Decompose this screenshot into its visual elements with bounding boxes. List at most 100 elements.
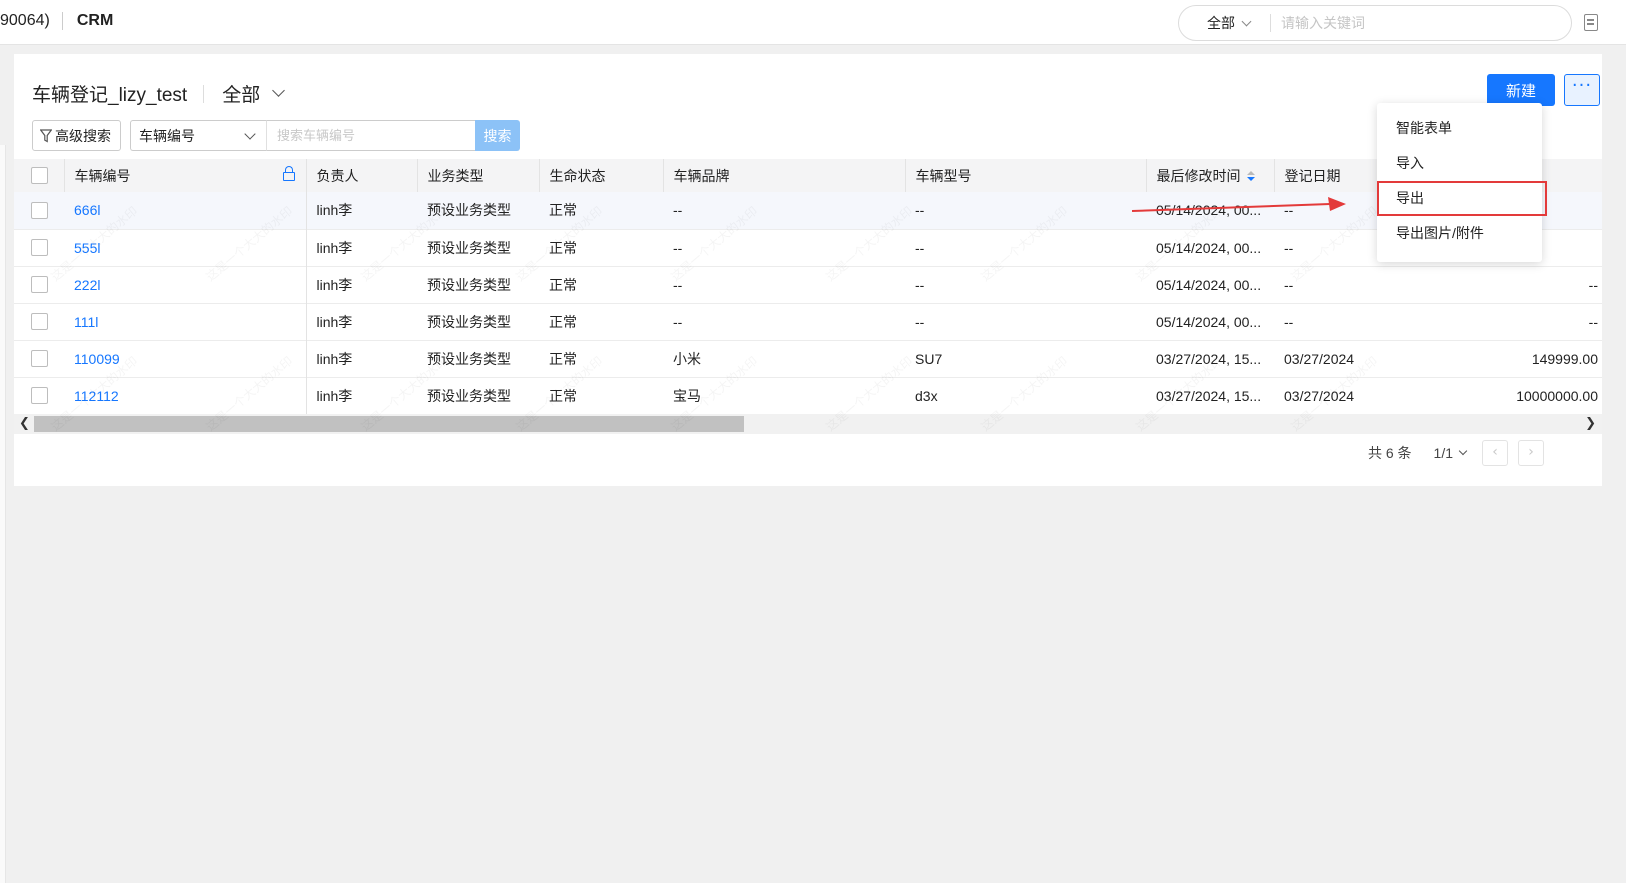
- record-link[interactable]: 222l: [64, 266, 307, 303]
- owner-cell: linh李: [316, 350, 353, 367]
- column-header[interactable]: 车辆品牌: [662, 159, 905, 192]
- record-link[interactable]: 111l: [64, 303, 307, 340]
- row-select-cell: [14, 266, 64, 303]
- select-all-cell: [14, 159, 64, 192]
- search-field-label: 车辆编号: [139, 127, 195, 144]
- biz-type-cell: 预设业务类型: [427, 276, 511, 293]
- select-all-checkbox[interactable]: [31, 167, 48, 184]
- owner-cell: linh李: [316, 313, 353, 330]
- row-checkbox[interactable]: [31, 387, 48, 404]
- scrollbar-thumb[interactable]: [34, 416, 744, 432]
- object-name: 车辆登记_lizy_test: [32, 85, 188, 106]
- row-select-cell: [14, 192, 64, 229]
- menu-item-export-images[interactable]: 导出图片/附件: [1377, 216, 1542, 251]
- row-checkbox[interactable]: [31, 313, 48, 330]
- scroll-right-icon[interactable]: ❯: [1585, 417, 1596, 431]
- column-label: 车辆编号: [74, 167, 131, 184]
- table-row[interactable]: 112112 linh李 预设业务类型 正常 宝马 d3x 03/27/2024…: [14, 377, 1602, 414]
- page-select[interactable]: 1/1: [1434, 445, 1468, 461]
- annotation-arrow-icon: [1132, 197, 1346, 212]
- row-select-cell: [14, 229, 64, 266]
- column-header[interactable]: 车辆编号: [63, 159, 306, 192]
- modified-cell: 03/27/2024, 15...: [1156, 350, 1262, 367]
- more-menu: 智能表单 导入 导出 导出图片/附件: [1377, 103, 1547, 262]
- record-link[interactable]: 666l: [64, 192, 307, 229]
- prev-page-button[interactable]: ‹: [1482, 440, 1508, 466]
- row-select-cell: [14, 377, 64, 414]
- breadcrumb-divider: [61, 12, 63, 30]
- search-field-select[interactable]: 车辆编号: [130, 120, 266, 151]
- reg-date-cell: 03/27/2024: [1284, 350, 1355, 367]
- chevron-down-icon[interactable]: [272, 84, 286, 97]
- owner-cell: linh李: [316, 387, 353, 404]
- row-checkbox[interactable]: [31, 350, 48, 367]
- global-search-input[interactable]: [1281, 15, 1531, 31]
- modified-cell: 05/14/2024, 00...: [1156, 313, 1262, 330]
- row-checkbox[interactable]: [31, 276, 48, 293]
- status-cell: 正常: [549, 202, 577, 219]
- table-row[interactable]: 666l linh李 预设业务类型 正常 -- -- 05/14/2024, 0…: [14, 192, 1602, 229]
- column-header[interactable]: 业务类型: [416, 159, 539, 192]
- menu-item-export[interactable]: 导出: [1377, 181, 1547, 216]
- scope-filter[interactable]: 全部: [222, 80, 260, 107]
- horizontal-scrollbar[interactable]: ❮ ❯: [14, 414, 1602, 434]
- advanced-search-button[interactable]: 高级搜索: [32, 120, 121, 151]
- record-link[interactable]: 112112: [64, 377, 307, 414]
- model-cell: --: [915, 313, 925, 330]
- menu-item-smart-form[interactable]: 智能表单: [1377, 111, 1542, 146]
- search-input[interactable]: [266, 120, 475, 151]
- brand-cell: --: [673, 313, 683, 330]
- column-header[interactable]: 生命状态: [538, 159, 663, 192]
- global-search: 全部: [1178, 5, 1572, 41]
- table-row[interactable]: 110099 linh李 预设业务类型 正常 小米 SU7 03/27/2024…: [14, 340, 1602, 377]
- next-page-button[interactable]: ›: [1518, 440, 1544, 466]
- left-sidebar-edge: [0, 145, 6, 883]
- lock-icon[interactable]: [282, 166, 295, 181]
- brand-cell: 宝马: [673, 387, 701, 404]
- column-label: 最后修改时间: [1156, 167, 1241, 184]
- table-row[interactable]: 111l linh李 预设业务类型 正常 -- -- 05/14/2024, 0…: [14, 303, 1602, 340]
- model-cell: --: [915, 239, 925, 256]
- total-count: 共 6 条: [1367, 445, 1412, 461]
- row-checkbox[interactable]: [31, 201, 48, 219]
- status-cell: 正常: [549, 313, 577, 330]
- search-button[interactable]: 搜索: [475, 120, 520, 151]
- notepad-icon[interactable]: [1584, 14, 1598, 31]
- status-cell: 正常: [549, 387, 577, 404]
- partial-title: 90064): [0, 12, 50, 29]
- global-search-scope[interactable]: 全部: [1179, 13, 1252, 33]
- amount-cell: 10000000.00: [1516, 387, 1598, 404]
- status-cell: 正常: [549, 276, 577, 293]
- amount-cell: 149999.00: [1531, 350, 1598, 367]
- top-bar: 90064) CRM 全部: [0, 0, 1626, 45]
- modified-cell: 05/14/2024, 00...: [1156, 276, 1262, 293]
- biz-type-cell: 预设业务类型: [427, 387, 511, 404]
- column-header[interactable]: 车辆型号: [904, 159, 1146, 192]
- more-button[interactable]: ···: [1564, 74, 1600, 106]
- status-cell: 正常: [549, 350, 577, 367]
- brand-cell: --: [673, 202, 683, 219]
- scroll-left-icon[interactable]: ❮: [19, 417, 30, 431]
- sort-icon[interactable]: [1246, 170, 1255, 183]
- reg-date-cell: --: [1284, 313, 1294, 330]
- list-panel: 车辆登记_lizy_test 全部 新建 ··· 高级搜索 车辆编号 搜索 车辆…: [14, 54, 1602, 486]
- status-cell: 正常: [549, 239, 577, 256]
- model-cell: --: [915, 276, 925, 293]
- reg-date-cell: 03/27/2024: [1284, 387, 1355, 404]
- column-header[interactable]: 负责人: [305, 159, 417, 192]
- new-button[interactable]: 新建: [1487, 74, 1555, 106]
- record-link[interactable]: 555l: [64, 229, 307, 266]
- app-breadcrumb: 90064) CRM: [0, 12, 113, 30]
- amount-cell: --: [1588, 313, 1598, 330]
- biz-type-cell: 预设业务类型: [427, 239, 511, 256]
- column-header[interactable]: 最后修改时间: [1145, 159, 1274, 192]
- advanced-search-label: 高级搜索: [55, 127, 111, 144]
- app-name[interactable]: CRM: [77, 12, 113, 30]
- filter-icon: [40, 128, 52, 143]
- table-row[interactable]: 555l linh李 预设业务类型 正常 -- -- 05/14/2024, 0…: [14, 229, 1602, 266]
- menu-item-import[interactable]: 导入: [1377, 146, 1542, 181]
- record-link[interactable]: 110099: [64, 340, 307, 377]
- row-checkbox[interactable]: [31, 239, 48, 256]
- model-cell: SU7: [915, 350, 943, 367]
- table-row[interactable]: 222l linh李 预设业务类型 正常 -- -- 05/14/2024, 0…: [14, 266, 1602, 303]
